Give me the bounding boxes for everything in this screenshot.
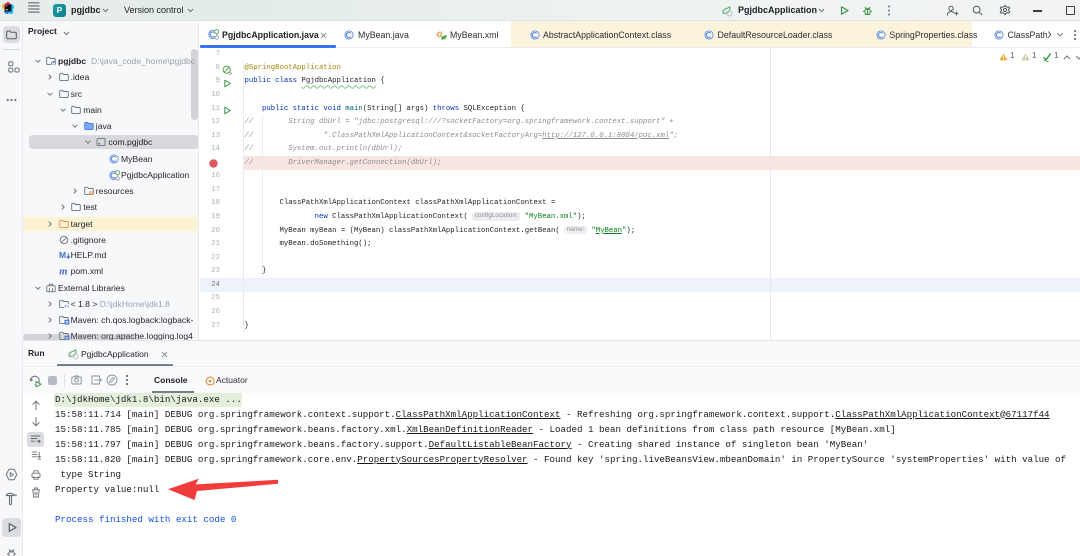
- svg-text:M: M: [59, 250, 66, 260]
- svg-text:m: m: [59, 267, 67, 276]
